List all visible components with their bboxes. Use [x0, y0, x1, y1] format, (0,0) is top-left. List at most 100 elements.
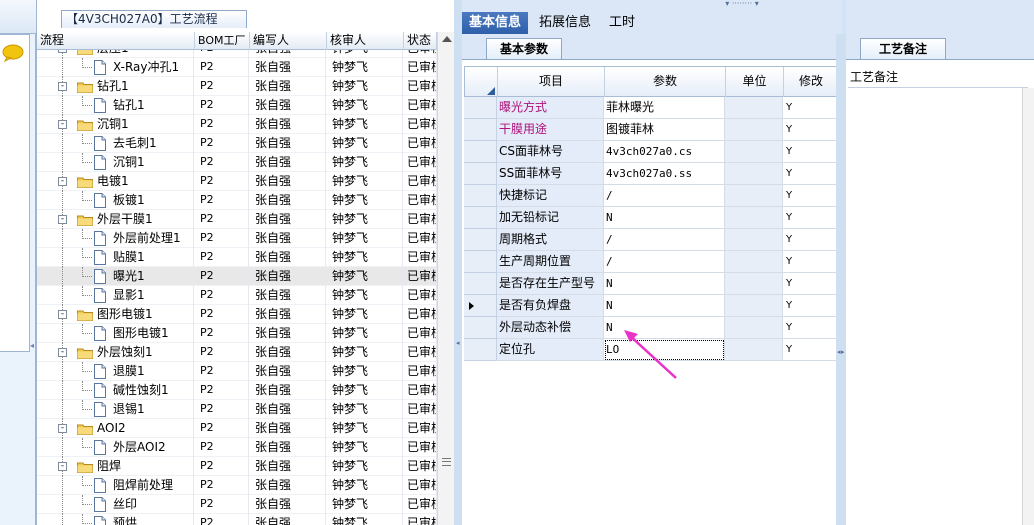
table-row[interactable]: 显影1 P2张自强钟梦飞已审核 [37, 286, 437, 305]
tree-node[interactable]: 图形电镀1 [37, 324, 194, 343]
table-row[interactable]: 生产周期位置 / Y [464, 251, 838, 273]
scroll-up-arrow-icon[interactable] [442, 36, 452, 42]
left-splitter-grip-icon[interactable]: ◂ [30, 340, 35, 352]
collapse-toggle-icon[interactable]: - [58, 120, 67, 129]
table-row[interactable]: 曝光1 P2张自强钟梦飞已审核 [37, 267, 437, 286]
param-value-cell[interactable]: 4v3ch027a0.ss [604, 163, 725, 185]
chat-bubble-icon[interactable] [2, 44, 24, 62]
tab-extended-info[interactable]: 拓展信息 [532, 12, 598, 34]
param-modify-cell[interactable]: Y [783, 207, 838, 229]
tree-node[interactable]: - 钻孔1 [37, 77, 194, 96]
collapse-toggle-icon[interactable]: - [58, 310, 67, 319]
tree-node[interactable]: - 外层蚀刻1 [37, 343, 194, 362]
table-row[interactable]: 曝光方式 菲林曝光 Y [464, 97, 838, 119]
grid-select-all[interactable] [465, 67, 498, 97]
collapse-toggle-icon[interactable]: - [58, 462, 67, 471]
table-row[interactable]: 板镀1 P2张自强钟梦飞已审核 [37, 191, 437, 210]
tree-splitter[interactable]: ◂ [454, 0, 462, 525]
row-header[interactable] [464, 119, 497, 141]
param-value-cell[interactable]: N [604, 295, 725, 317]
param-unit-cell[interactable] [725, 229, 783, 251]
param-value-cell[interactable]: N [604, 207, 725, 229]
table-row[interactable]: CS面菲林号 4v3ch027a0.cs Y [464, 141, 838, 163]
collapse-toggle-icon[interactable]: - [58, 215, 67, 224]
table-row[interactable]: 周期格式 / Y [464, 229, 838, 251]
row-header[interactable] [464, 229, 497, 251]
param-modify-cell[interactable]: Y [783, 317, 838, 339]
table-row[interactable]: 是否存在生产型号 N Y [464, 273, 838, 295]
table-row[interactable]: SS面菲林号 4v3ch027a0.ss Y [464, 163, 838, 185]
table-row[interactable]: - 外层蚀刻1 P2张自强钟梦飞已审核 [37, 343, 437, 362]
table-row[interactable]: 退膜1 P2张自强钟梦飞已审核 [37, 362, 437, 381]
column-header-modify[interactable]: 修改 [784, 67, 838, 97]
row-header[interactable] [464, 185, 497, 207]
table-row[interactable]: X-Ray冲孔1 P2张自强钟梦飞已审核 [37, 58, 437, 77]
param-modify-cell[interactable]: Y [783, 339, 838, 361]
table-row[interactable]: - 图形电镀1 P2张自强钟梦飞已审核 [37, 305, 437, 324]
param-modify-cell[interactable]: Y [783, 229, 838, 251]
table-row[interactable]: 图形电镀1 P2张自强钟梦飞已审核 [37, 324, 437, 343]
top-splitter-grip-icon[interactable]: ▾ ········ ▾ [712, 0, 772, 10]
scroll-thumb-grip-icon[interactable] [442, 458, 451, 466]
param-unit-cell[interactable] [725, 207, 783, 229]
row-header[interactable] [464, 251, 497, 273]
table-row[interactable]: - AOI2 P2张自强钟梦飞已审核 [37, 419, 437, 438]
table-row[interactable]: - 外层干膜1 P2张自强钟梦飞已审核 [37, 210, 437, 229]
tree-node[interactable]: - 图形电镀1 [37, 305, 194, 324]
tree-node[interactable]: - AOI2 [37, 419, 194, 438]
param-unit-cell[interactable] [725, 141, 783, 163]
collapse-toggle-icon[interactable]: - [58, 348, 67, 357]
param-modify-cell[interactable]: Y [783, 185, 838, 207]
tree-node[interactable]: 去毛刺1 [37, 134, 194, 153]
param-modify-cell[interactable]: Y [783, 273, 838, 295]
tree-node[interactable]: 曝光1 [37, 267, 194, 286]
tree-node[interactable]: - 阻焊 [37, 457, 194, 476]
tree-title-tab[interactable]: 【4V3CH027A0】工艺流程 [61, 10, 247, 28]
table-row[interactable]: 退锡1 P2张自强钟梦飞已审核 [37, 400, 437, 419]
row-header[interactable] [464, 97, 497, 119]
param-unit-cell[interactable] [725, 317, 783, 339]
table-row[interactable]: 阻焊前处理 P2张自强钟梦飞已审核 [37, 476, 437, 495]
param-value-cell[interactable]: N [604, 273, 725, 295]
tree-node[interactable]: 外层AOI2 [37, 438, 194, 457]
table-row[interactable]: 碱性蚀刻1 P2张自强钟梦飞已审核 [37, 381, 437, 400]
tree-node[interactable]: 贴膜1 [37, 248, 194, 267]
collapse-toggle-icon[interactable]: - [58, 82, 67, 91]
tab-basic-info[interactable]: 基本信息 [462, 12, 529, 34]
row-header[interactable] [464, 141, 497, 163]
param-value-cell[interactable]: / [604, 185, 725, 207]
param-unit-cell[interactable] [725, 273, 783, 295]
row-header[interactable] [464, 317, 497, 339]
tree-scrollbar[interactable] [437, 32, 455, 525]
table-row[interactable]: 加无铅标记 N Y [464, 207, 838, 229]
tree-node[interactable]: 外层前处理1 [37, 229, 194, 248]
column-header-bom[interactable]: BOM工厂 [195, 32, 250, 50]
table-row[interactable]: 干膜用途 图镀菲林 Y [464, 119, 838, 141]
param-value-cell[interactable]: 4v3ch027a0.cs [604, 141, 725, 163]
table-row[interactable]: - 层压1 P2张自强钟梦飞已审核 [37, 50, 437, 58]
tree-node[interactable]: - 外层干膜1 [37, 210, 194, 229]
param-value-cell[interactable]: / [604, 229, 725, 251]
tree-node[interactable]: - 沉铜1 [37, 115, 194, 134]
param-unit-cell[interactable] [725, 163, 783, 185]
tree-node[interactable]: 退膜1 [37, 362, 194, 381]
column-header-param[interactable]: 参数 [605, 67, 726, 97]
column-header-unit[interactable]: 单位 [726, 67, 784, 97]
table-row[interactable]: - 阻焊 P2张自强钟梦飞已审核 [37, 457, 437, 476]
tree-node[interactable]: X-Ray冲孔1 [37, 58, 194, 77]
tree-node[interactable]: - 层压1 [37, 50, 194, 58]
param-modify-cell[interactable]: Y [783, 119, 838, 141]
param-unit-cell[interactable] [725, 339, 783, 361]
param-unit-cell[interactable] [725, 251, 783, 273]
table-row[interactable]: - 沉铜1 P2张自强钟梦飞已审核 [37, 115, 437, 134]
tree-node[interactable]: 沉铜1 [37, 153, 194, 172]
param-value-cell[interactable]: 图镀菲林 [604, 119, 725, 141]
column-header-writer[interactable]: 编写人 [250, 32, 327, 50]
tree-node[interactable]: 预烘 [37, 514, 194, 525]
tree-node[interactable]: 丝印 [37, 495, 194, 514]
row-header[interactable] [464, 163, 497, 185]
column-header-checker[interactable]: 核审人 [327, 32, 404, 50]
column-header-flow[interactable]: 流程 [37, 32, 195, 50]
tree-node[interactable]: - 电镀1 [37, 172, 194, 191]
table-row[interactable]: 沉铜1 P2张自强钟梦飞已审核 [37, 153, 437, 172]
